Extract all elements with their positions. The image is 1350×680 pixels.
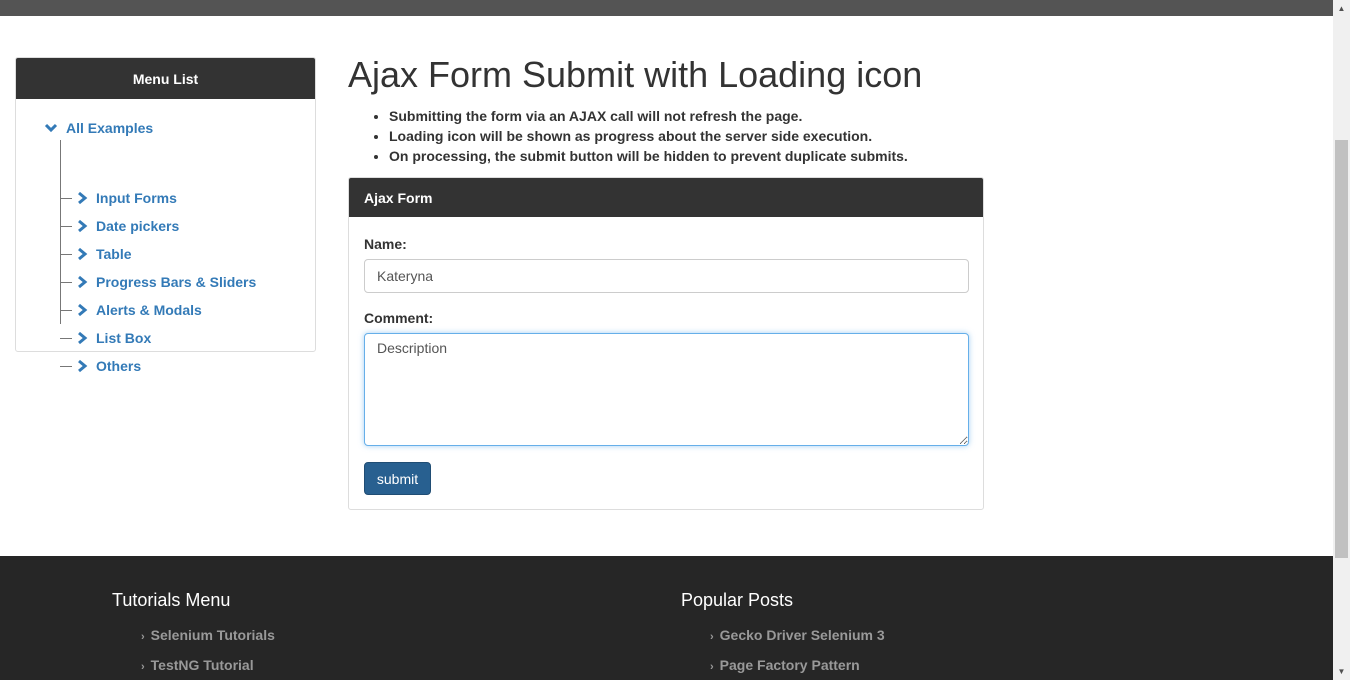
sidebar-item-label: Table [96,246,132,262]
sidebar-item-date-pickers[interactable]: Date pickers [60,217,179,235]
tree-branch-line [60,365,72,367]
chevron-right-icon [78,275,88,289]
description-list: Submitting the form via an AJAX call wil… [389,106,908,166]
list-item: Submitting the form via an AJAX call wil… [389,106,908,126]
sidebar-item-others[interactable]: Others [60,357,141,375]
sidebar-item-label: Alerts & Modals [96,302,202,318]
scrollbar-thumb[interactable] [1335,140,1348,558]
angle-right-icon: › [710,631,714,643]
comment-textarea[interactable] [364,333,969,446]
tree-branch-line [60,253,72,255]
submit-button[interactable]: submit [364,462,431,495]
angle-right-icon: › [141,661,145,673]
footer-link-list: › Gecko Driver Selenium 3 › Page Factory P… [710,627,1010,680]
name-label: Name: [364,236,407,252]
scroll-up-arrow-icon[interactable]: ▲ [1333,0,1350,17]
angle-right-icon: › [710,661,714,673]
list-item: On processing, the submit button will be… [389,146,908,166]
sidebar-item-table[interactable]: Table [60,245,132,263]
tree-root-all-examples[interactable]: All Examples [44,119,153,137]
tree-branch-line [60,225,72,227]
footer-link-testng-tutorial[interactable]: › TestNG Tutorial [141,657,441,680]
footer-section-title: Tutorials Menu [112,590,231,610]
tree-root-label: All Examples [66,120,154,136]
sidebar-item-input-forms[interactable]: Input Forms [60,189,177,207]
footer-link-label: Gecko Driver Selenium 3 [719,627,885,643]
footer-link-page-factory[interactable]: › Page Factory Pattern [710,657,1010,680]
tree-branch-line [60,197,72,199]
sidebar-menu: Menu List All Examples Input Forms Date … [15,57,316,374]
footer-link-label: TestNG Tutorial [150,657,254,673]
footer-popular-posts: Popular Posts › Gecko Driver Selenium 3 ›… [681,590,885,673]
chevron-right-icon [78,191,88,205]
page-title: Ajax Form Submit with Loading icon [348,54,923,95]
sidebar-item-label: Input Forms [96,190,177,206]
tree-branch-line [60,337,72,339]
chevron-right-icon [78,219,88,233]
name-input[interactable] [364,259,969,293]
footer-tutorials-menu: Tutorials Menu › Selenium Tutorials › Test… [112,590,275,673]
sidebar-item-progress-bars[interactable]: Progress Bars & Sliders [60,273,256,291]
footer-link-list: › Selenium Tutorials › TestNG Tutorial [141,627,441,680]
sidebar-item-label: Progress Bars & Sliders [96,274,257,290]
panel-header: Ajax Form [349,178,983,217]
footer: Tutorials Menu › Selenium Tutorials › Test… [0,556,1333,680]
chevron-down-icon [44,123,58,133]
footer-section-title: Popular Posts [681,590,794,610]
scroll-down-arrow-icon[interactable]: ▼ [1333,663,1350,680]
footer-link-selenium-tutorials[interactable]: › Selenium Tutorials [141,627,441,657]
chevron-right-icon [78,247,88,261]
tree-branch-line [60,281,72,283]
comment-label: Comment: [364,310,434,326]
top-navbar [0,0,1333,16]
chevron-right-icon [78,331,88,345]
page: Menu List All Examples Input Forms Date … [0,0,1333,680]
sidebar-item-list-box[interactable]: List Box [60,329,151,347]
sidebar-item-label: Others [96,358,142,374]
footer-link-label: Page Factory Pattern [719,657,860,673]
sidebar-header: Menu List [16,58,315,99]
chevron-right-icon [78,303,88,317]
page-scrollbar[interactable]: ▲ ▼ [1333,0,1350,680]
chevron-right-icon [78,359,88,373]
sidebar-item-label: Date pickers [96,218,180,234]
angle-right-icon: › [141,631,145,643]
footer-link-gecko-driver[interactable]: › Gecko Driver Selenium 3 [710,627,1010,657]
sidebar-item-label: List Box [96,330,152,346]
sidebar-item-alerts-modals[interactable]: Alerts & Modals [60,301,202,319]
footer-link-label: Selenium Tutorials [150,627,275,643]
tree-branch-line [60,309,72,311]
ajax-form-panel: Ajax Form Name: Comment: submit [348,177,984,510]
list-item: Loading icon will be shown as progress a… [389,126,908,146]
